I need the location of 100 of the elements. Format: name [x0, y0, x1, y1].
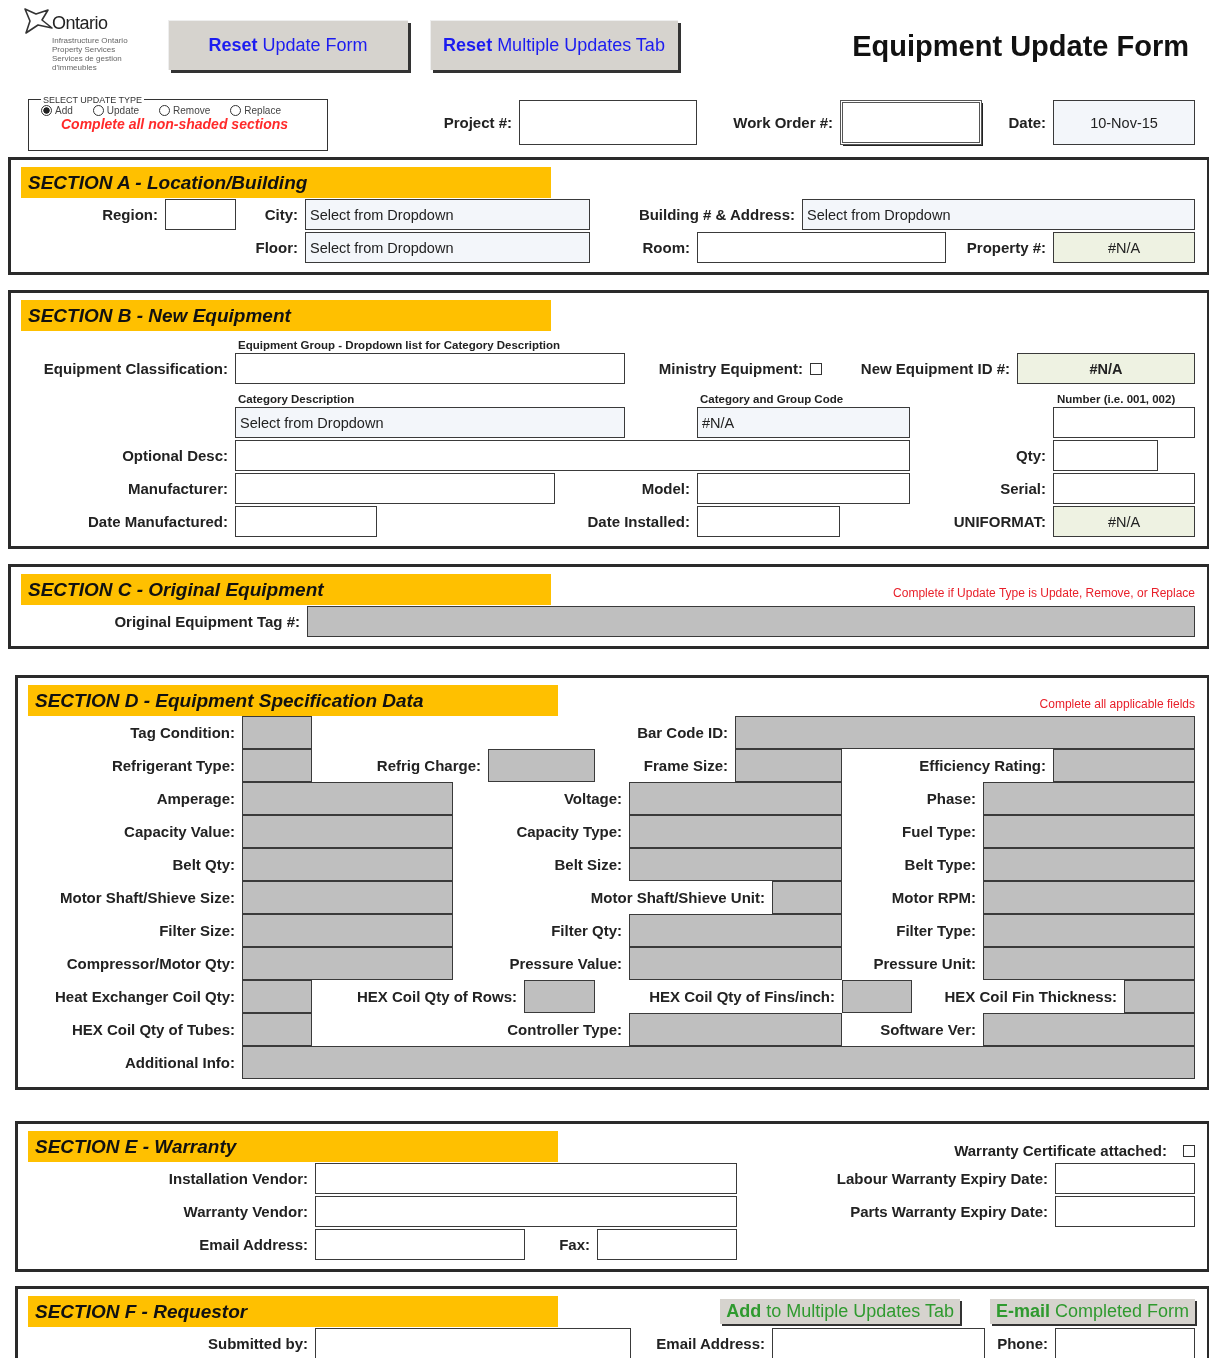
- checkbox[interactable]: [810, 362, 822, 375]
- field-label: Compressor/Motor Qty:: [65, 955, 236, 972]
- field-label: Submitted by:: [207, 1335, 309, 1352]
- shaded-field[interactable]: [242, 1013, 312, 1046]
- shaded-field[interactable]: [242, 749, 312, 782]
- checkbox[interactable]: [1183, 1144, 1195, 1157]
- input-field[interactable]: [1055, 1163, 1195, 1194]
- shaded-field[interactable]: [242, 815, 453, 848]
- input-field[interactable]: [1053, 473, 1195, 504]
- field-label: Building # & Address:: [637, 206, 796, 223]
- shaded-field[interactable]: [1124, 980, 1195, 1013]
- section-header: SECTION A - Location/Building: [21, 167, 551, 198]
- shaded-field[interactable]: [842, 980, 912, 1013]
- field-label: Additional Info:: [124, 1054, 236, 1071]
- input-field[interactable]: [315, 1328, 631, 1358]
- radio-option[interactable]: Replace: [230, 104, 281, 116]
- input-field[interactable]: [697, 473, 910, 504]
- input-field[interactable]: [1053, 407, 1195, 438]
- shaded-field[interactable]: [735, 716, 1195, 749]
- reset-button[interactable]: Reset Multiple Updates Tab: [430, 20, 678, 70]
- radio-option[interactable]: Add: [41, 104, 73, 116]
- section-header: SECTION D - Equipment Specification Data: [28, 685, 558, 716]
- field-label: Refrigerant Type:: [110, 757, 236, 774]
- shaded-field[interactable]: [983, 815, 1195, 848]
- input-field[interactable]: [597, 1229, 737, 1260]
- input-field[interactable]: [772, 1328, 985, 1358]
- input-field[interactable]: [840, 100, 982, 145]
- input-field[interactable]: [315, 1163, 737, 1194]
- input-field[interactable]: [315, 1229, 525, 1260]
- input-field[interactable]: [1055, 1196, 1195, 1227]
- dropdown-field[interactable]: Select from Dropdown: [802, 199, 1195, 230]
- input-field[interactable]: [697, 506, 840, 537]
- field-label: Serial:: [999, 480, 1047, 497]
- shaded-field[interactable]: [488, 749, 595, 782]
- field-label: Capacity Type:: [515, 823, 623, 840]
- field-label: Capacity Value:: [123, 823, 236, 840]
- formula-field[interactable]: #N/A: [1053, 232, 1195, 263]
- shaded-field[interactable]: [242, 881, 453, 914]
- shaded-field[interactable]: [242, 848, 453, 881]
- field-caption: Category and Group Code: [700, 393, 845, 406]
- dropdown-field[interactable]: Select from Dropdown: [305, 199, 590, 230]
- field-label: Labour Warranty Expiry Date:: [835, 1170, 1049, 1187]
- shaded-field[interactable]: [1053, 749, 1195, 782]
- shaded-field[interactable]: [629, 1013, 842, 1046]
- shaded-field[interactable]: [983, 848, 1195, 881]
- field-label: Belt Qty:: [171, 856, 236, 873]
- input-field[interactable]: [235, 506, 377, 537]
- input-field[interactable]: [235, 353, 625, 384]
- field-label: Motor RPM:: [890, 889, 977, 906]
- radio-option[interactable]: Remove: [159, 104, 211, 116]
- shaded-field[interactable]: [242, 980, 312, 1013]
- shaded-field[interactable]: [629, 848, 842, 881]
- input-field[interactable]: [1055, 1328, 1195, 1358]
- shaded-field[interactable]: [242, 914, 453, 947]
- shaded-field[interactable]: [983, 914, 1195, 947]
- field-label: Frame Size:: [642, 757, 729, 774]
- shaded-field[interactable]: [629, 815, 842, 848]
- dropdown-field[interactable]: #N/A: [697, 407, 910, 438]
- input-field[interactable]: [235, 473, 555, 504]
- field-label: Email Address:: [655, 1335, 766, 1352]
- shaded-field[interactable]: [242, 1046, 1195, 1079]
- radio-option[interactable]: Update: [92, 104, 140, 116]
- input-field[interactable]: [165, 199, 236, 230]
- section-header: SECTION E - Warranty: [28, 1131, 558, 1162]
- shaded-field[interactable]: [242, 947, 453, 980]
- field-label: Motor Shaft/Shieve Size:: [58, 889, 236, 906]
- formula-field[interactable]: #N/A: [1017, 353, 1195, 384]
- section-header: SECTION F - Requestor: [28, 1296, 558, 1327]
- input-field[interactable]: [697, 232, 946, 263]
- shaded-field[interactable]: [307, 606, 1195, 637]
- field-label: Efficiency Rating:: [918, 757, 1047, 774]
- shaded-field[interactable]: [242, 716, 312, 749]
- shaded-field[interactable]: [242, 782, 453, 815]
- shaded-field[interactable]: [983, 881, 1195, 914]
- shaded-field[interactable]: [629, 914, 842, 947]
- shaded-field[interactable]: [524, 980, 595, 1013]
- shaded-field[interactable]: [772, 881, 842, 914]
- input-field[interactable]: [519, 100, 697, 145]
- shaded-field[interactable]: [735, 749, 842, 782]
- shaded-field[interactable]: [983, 1013, 1195, 1046]
- field-label: Software Ver:: [879, 1021, 977, 1038]
- form-title: Equipment Update Form: [852, 30, 1189, 63]
- field-label: Equipment Classification:: [42, 360, 229, 377]
- dropdown-field[interactable]: Select from Dropdown: [235, 407, 625, 438]
- formula-field[interactable]: #N/A: [1053, 506, 1195, 537]
- shaded-field[interactable]: [983, 947, 1195, 980]
- shaded-field[interactable]: [629, 947, 842, 980]
- field-caption: Number (i.e. 001, 002): [1057, 393, 1177, 406]
- reset-button[interactable]: Reset Update Form: [168, 20, 408, 70]
- input-field[interactable]: [315, 1196, 737, 1227]
- input-field[interactable]: [235, 440, 910, 471]
- date-field[interactable]: 10-Nov-15: [1053, 100, 1195, 145]
- field-label: Filter Qty:: [550, 922, 623, 939]
- shaded-field[interactable]: [629, 782, 842, 815]
- shaded-field[interactable]: [983, 782, 1195, 815]
- field-label: Region:: [101, 206, 159, 223]
- field-label: Optional Desc:: [121, 447, 229, 464]
- field-caption: Category Description: [238, 393, 356, 406]
- input-field[interactable]: [1053, 440, 1158, 471]
- dropdown-field[interactable]: Select from Dropdown: [305, 232, 590, 263]
